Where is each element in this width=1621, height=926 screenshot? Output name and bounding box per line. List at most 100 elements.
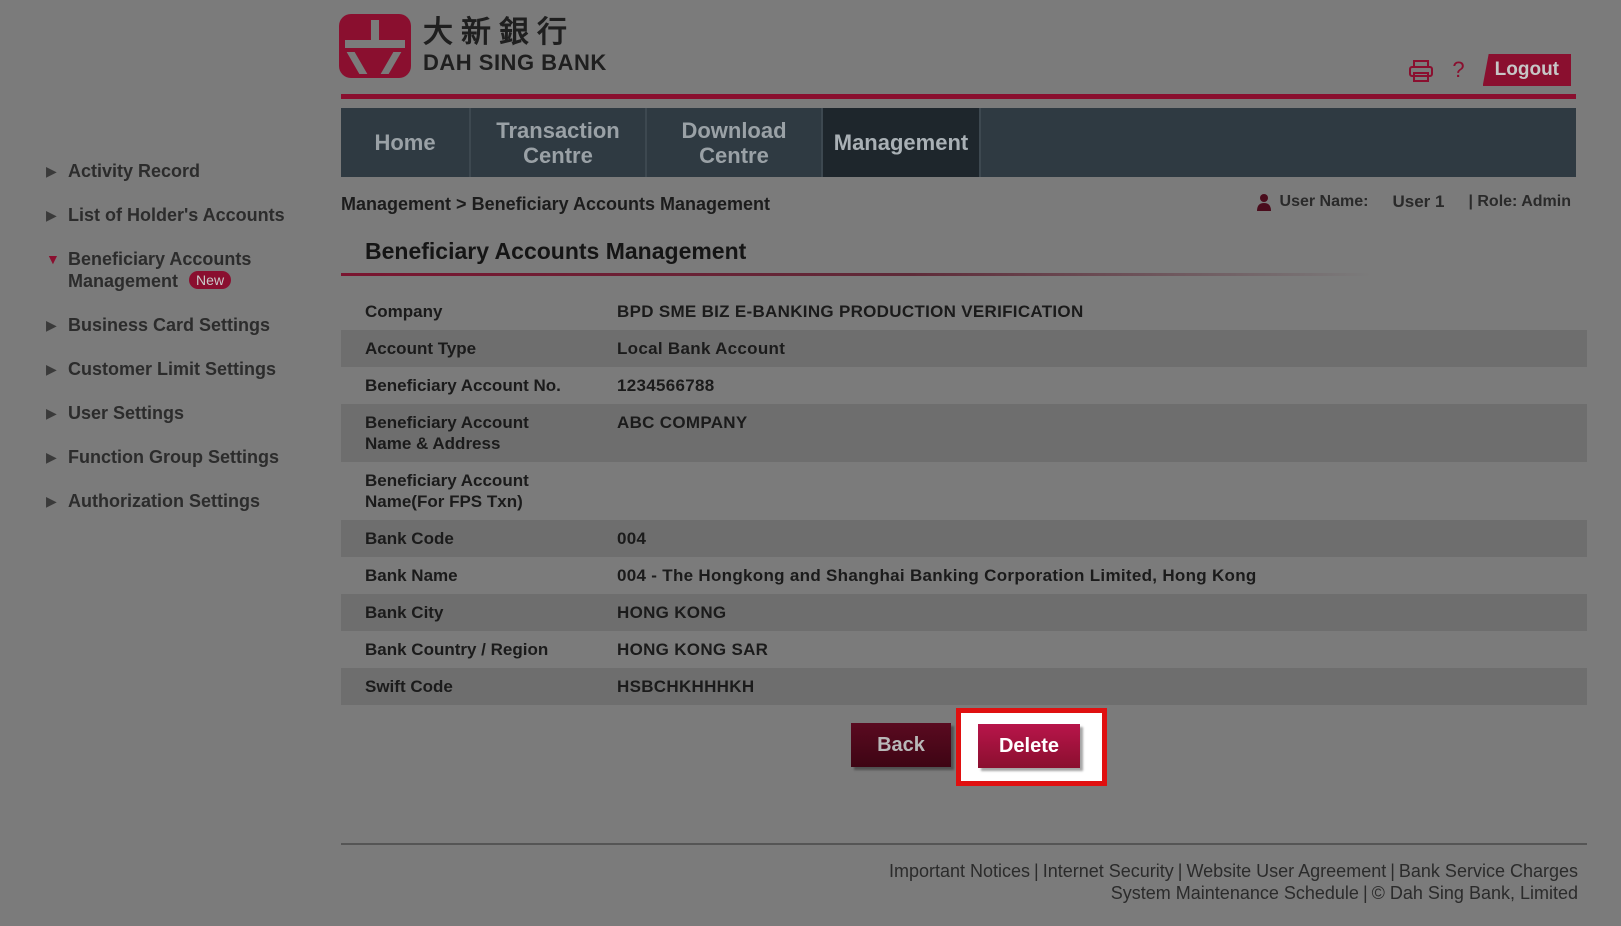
- nav-tab-label: Management: [833, 130, 969, 155]
- breadcrumb: Management > Beneficiary Accounts Manage…: [341, 194, 770, 215]
- detail-value: HONG KONG SAR: [617, 640, 769, 659]
- footer-link-website-user-agreement[interactable]: Website User Agreement: [1186, 861, 1386, 881]
- triangle-right-icon: ▶: [46, 317, 57, 333]
- breadcrumb-parent[interactable]: Management: [341, 194, 451, 214]
- detail-value: ABC COMPANY: [617, 413, 748, 432]
- detail-label-line2: Name & Address: [365, 434, 501, 453]
- footer: Important Notices | Internet Security | Webs…: [889, 860, 1578, 904]
- new-badge: New: [189, 271, 232, 289]
- sidebar-item-authorization[interactable]: ▶ Authorization Settings: [46, 490, 316, 512]
- sidebar-item-function-group[interactable]: ▶ Function Group Settings: [46, 446, 316, 468]
- detail-label: Bank Code: [365, 529, 454, 548]
- sidebar-item-label: Business Card Settings: [68, 315, 271, 335]
- detail-label-line1: Beneficiary Account: [365, 413, 529, 432]
- sidebar-item-customer-limit[interactable]: ▶ Customer Limit Settings: [46, 358, 316, 380]
- detail-value: HSBCHKHHHKH: [617, 677, 755, 696]
- user-icon: [1256, 194, 1271, 211]
- footer-separator: |: [1362, 883, 1368, 903]
- nav-tab-label-line1: Download: [681, 117, 787, 143]
- nav-tab-management[interactable]: Management: [823, 108, 981, 177]
- footer-separator: |: [1177, 861, 1183, 881]
- delete-button[interactable]: Delete: [978, 724, 1080, 768]
- detail-row-bank-city: Bank City HONG KONG: [341, 594, 1587, 631]
- sidebar-item-label: User Settings: [68, 403, 185, 423]
- footer-link-bank-service-charges[interactable]: Bank Service Charges: [1399, 861, 1578, 881]
- header-tools: ? Logout: [1408, 54, 1571, 86]
- detail-label: Beneficiary Account Name(For FPS Txn): [365, 470, 617, 512]
- user-name-value: User 1: [1392, 192, 1445, 211]
- footer-link-important-notices[interactable]: Important Notices: [889, 861, 1030, 881]
- detail-row-account-name-address: Beneficiary Account Name & Address ABC C…: [341, 404, 1587, 462]
- nav-tab-label-line1: Transaction: [496, 117, 620, 143]
- main-nav: Home Transaction Centre Download Centre …: [341, 108, 1576, 177]
- nav-tab-label: Transaction Centre: [496, 118, 619, 168]
- detail-label: Account Type: [365, 339, 477, 358]
- detail-value: Local Bank Account: [617, 339, 786, 358]
- nav-tab-label: Download Centre: [681, 118, 786, 168]
- detail-row-account-no: Beneficiary Account No. 1234566788: [341, 367, 1587, 404]
- bank-logo-text: 大新銀行 DAH SING BANK: [423, 16, 607, 76]
- sidebar-menu: ▶ Activity Record ▶ List of Holder's Acc…: [46, 160, 316, 534]
- detail-row-bank-code: Bank Code 004: [341, 520, 1587, 557]
- sidebar-item-label: Activity Record: [68, 161, 201, 181]
- bank-logo[interactable]: 大新銀行 DAH SING BANK: [339, 14, 607, 78]
- sidebar-item-activity-record[interactable]: ▶ Activity Record: [46, 160, 316, 182]
- detail-label: Bank Name: [365, 566, 458, 585]
- detail-value: BPD SME BIZ E-BANKING PRODUCTION VERIFIC…: [617, 302, 1084, 321]
- triangle-right-icon: ▶: [46, 361, 57, 377]
- nav-tab-home[interactable]: Home: [341, 108, 471, 177]
- nav-tab-transaction-centre[interactable]: Transaction Centre: [471, 108, 647, 177]
- detail-label: Beneficiary Account Name & Address: [365, 412, 617, 454]
- triangle-right-icon: ▶: [46, 163, 57, 179]
- triangle-down-icon: ▼: [46, 251, 60, 267]
- logout-button[interactable]: Logout: [1482, 54, 1571, 86]
- detail-label-line2: Name(For FPS Txn): [365, 492, 523, 511]
- detail-value: HONG KONG: [617, 603, 727, 622]
- detail-label-line1: Beneficiary Account: [365, 471, 529, 490]
- details-table: Company BPD SME BIZ E-BANKING PRODUCTION…: [341, 293, 1587, 705]
- sidebar-item-label: Function Group Settings: [68, 447, 279, 467]
- back-button[interactable]: Back: [851, 723, 951, 767]
- header-divider: [341, 94, 1576, 99]
- triangle-right-icon: ▶: [46, 405, 57, 421]
- footer-link-internet-security[interactable]: Internet Security: [1043, 861, 1174, 881]
- detail-value: 004: [617, 529, 647, 548]
- sidebar-item-beneficiary-accounts[interactable]: ▼ Beneficiary Accounts Management New: [46, 248, 316, 292]
- sidebar-item-holder-accounts[interactable]: ▶ List of Holder's Accounts: [46, 204, 316, 226]
- footer-separator: |: [1390, 861, 1395, 881]
- breadcrumb-separator: >: [456, 194, 467, 214]
- footer-copyright: © Dah Sing Bank, Limited: [1371, 883, 1578, 903]
- bank-name-en: DAH SING BANK: [423, 50, 607, 75]
- detail-label: Beneficiary Account No.: [365, 376, 561, 395]
- nav-tab-label-line2: Centre: [523, 142, 593, 168]
- footer-separator: |: [1034, 861, 1039, 881]
- detail-value: [617, 470, 1587, 512]
- triangle-right-icon: ▶: [46, 493, 57, 509]
- footer-link-maintenance-schedule[interactable]: System Maintenance Schedule: [1111, 883, 1359, 903]
- title-divider: [341, 273, 1371, 276]
- detail-row-company: Company BPD SME BIZ E-BANKING PRODUCTION…: [341, 293, 1587, 330]
- detail-row-account-type: Account Type Local Bank Account: [341, 330, 1587, 367]
- user-name-label: User Name:: [1279, 193, 1369, 210]
- detail-row-swift-code: Swift Code HSBCHKHHHKH: [341, 668, 1587, 705]
- sidebar-item-business-card[interactable]: ▶ Business Card Settings: [46, 314, 316, 336]
- breadcrumb-current: Beneficiary Accounts Management: [471, 194, 770, 214]
- nav-tab-download-centre[interactable]: Download Centre: [647, 108, 823, 177]
- detail-label: Bank City: [365, 603, 444, 622]
- page-title: Beneficiary Accounts Management: [365, 238, 747, 264]
- footer-row-2: System Maintenance Schedule | © Dah Sing B…: [889, 882, 1578, 904]
- nav-tab-label-line2: Centre: [699, 142, 769, 168]
- printer-icon[interactable]: [1408, 55, 1434, 85]
- detail-row-account-name-fps: Beneficiary Account Name(For FPS Txn): [341, 462, 1587, 520]
- user-info: User Name: User 1 | Role: Admin: [1256, 192, 1571, 212]
- sidebar-item-label: Beneficiary Accounts Management New: [68, 248, 316, 292]
- user-role: | Role: Admin: [1468, 193, 1571, 210]
- detail-value: 1234566788: [617, 376, 715, 395]
- triangle-right-icon: ▶: [46, 449, 57, 465]
- sidebar-item-label: Authorization Settings: [68, 491, 260, 511]
- footer-divider: [341, 843, 1587, 845]
- detail-row-bank-name: Bank Name 004 - The Hongkong and Shangha…: [341, 557, 1587, 594]
- question-icon[interactable]: ?: [1452, 55, 1464, 85]
- sidebar-item-user-settings[interactable]: ▶ User Settings: [46, 402, 316, 424]
- nav-tab-label: Home: [374, 130, 436, 155]
